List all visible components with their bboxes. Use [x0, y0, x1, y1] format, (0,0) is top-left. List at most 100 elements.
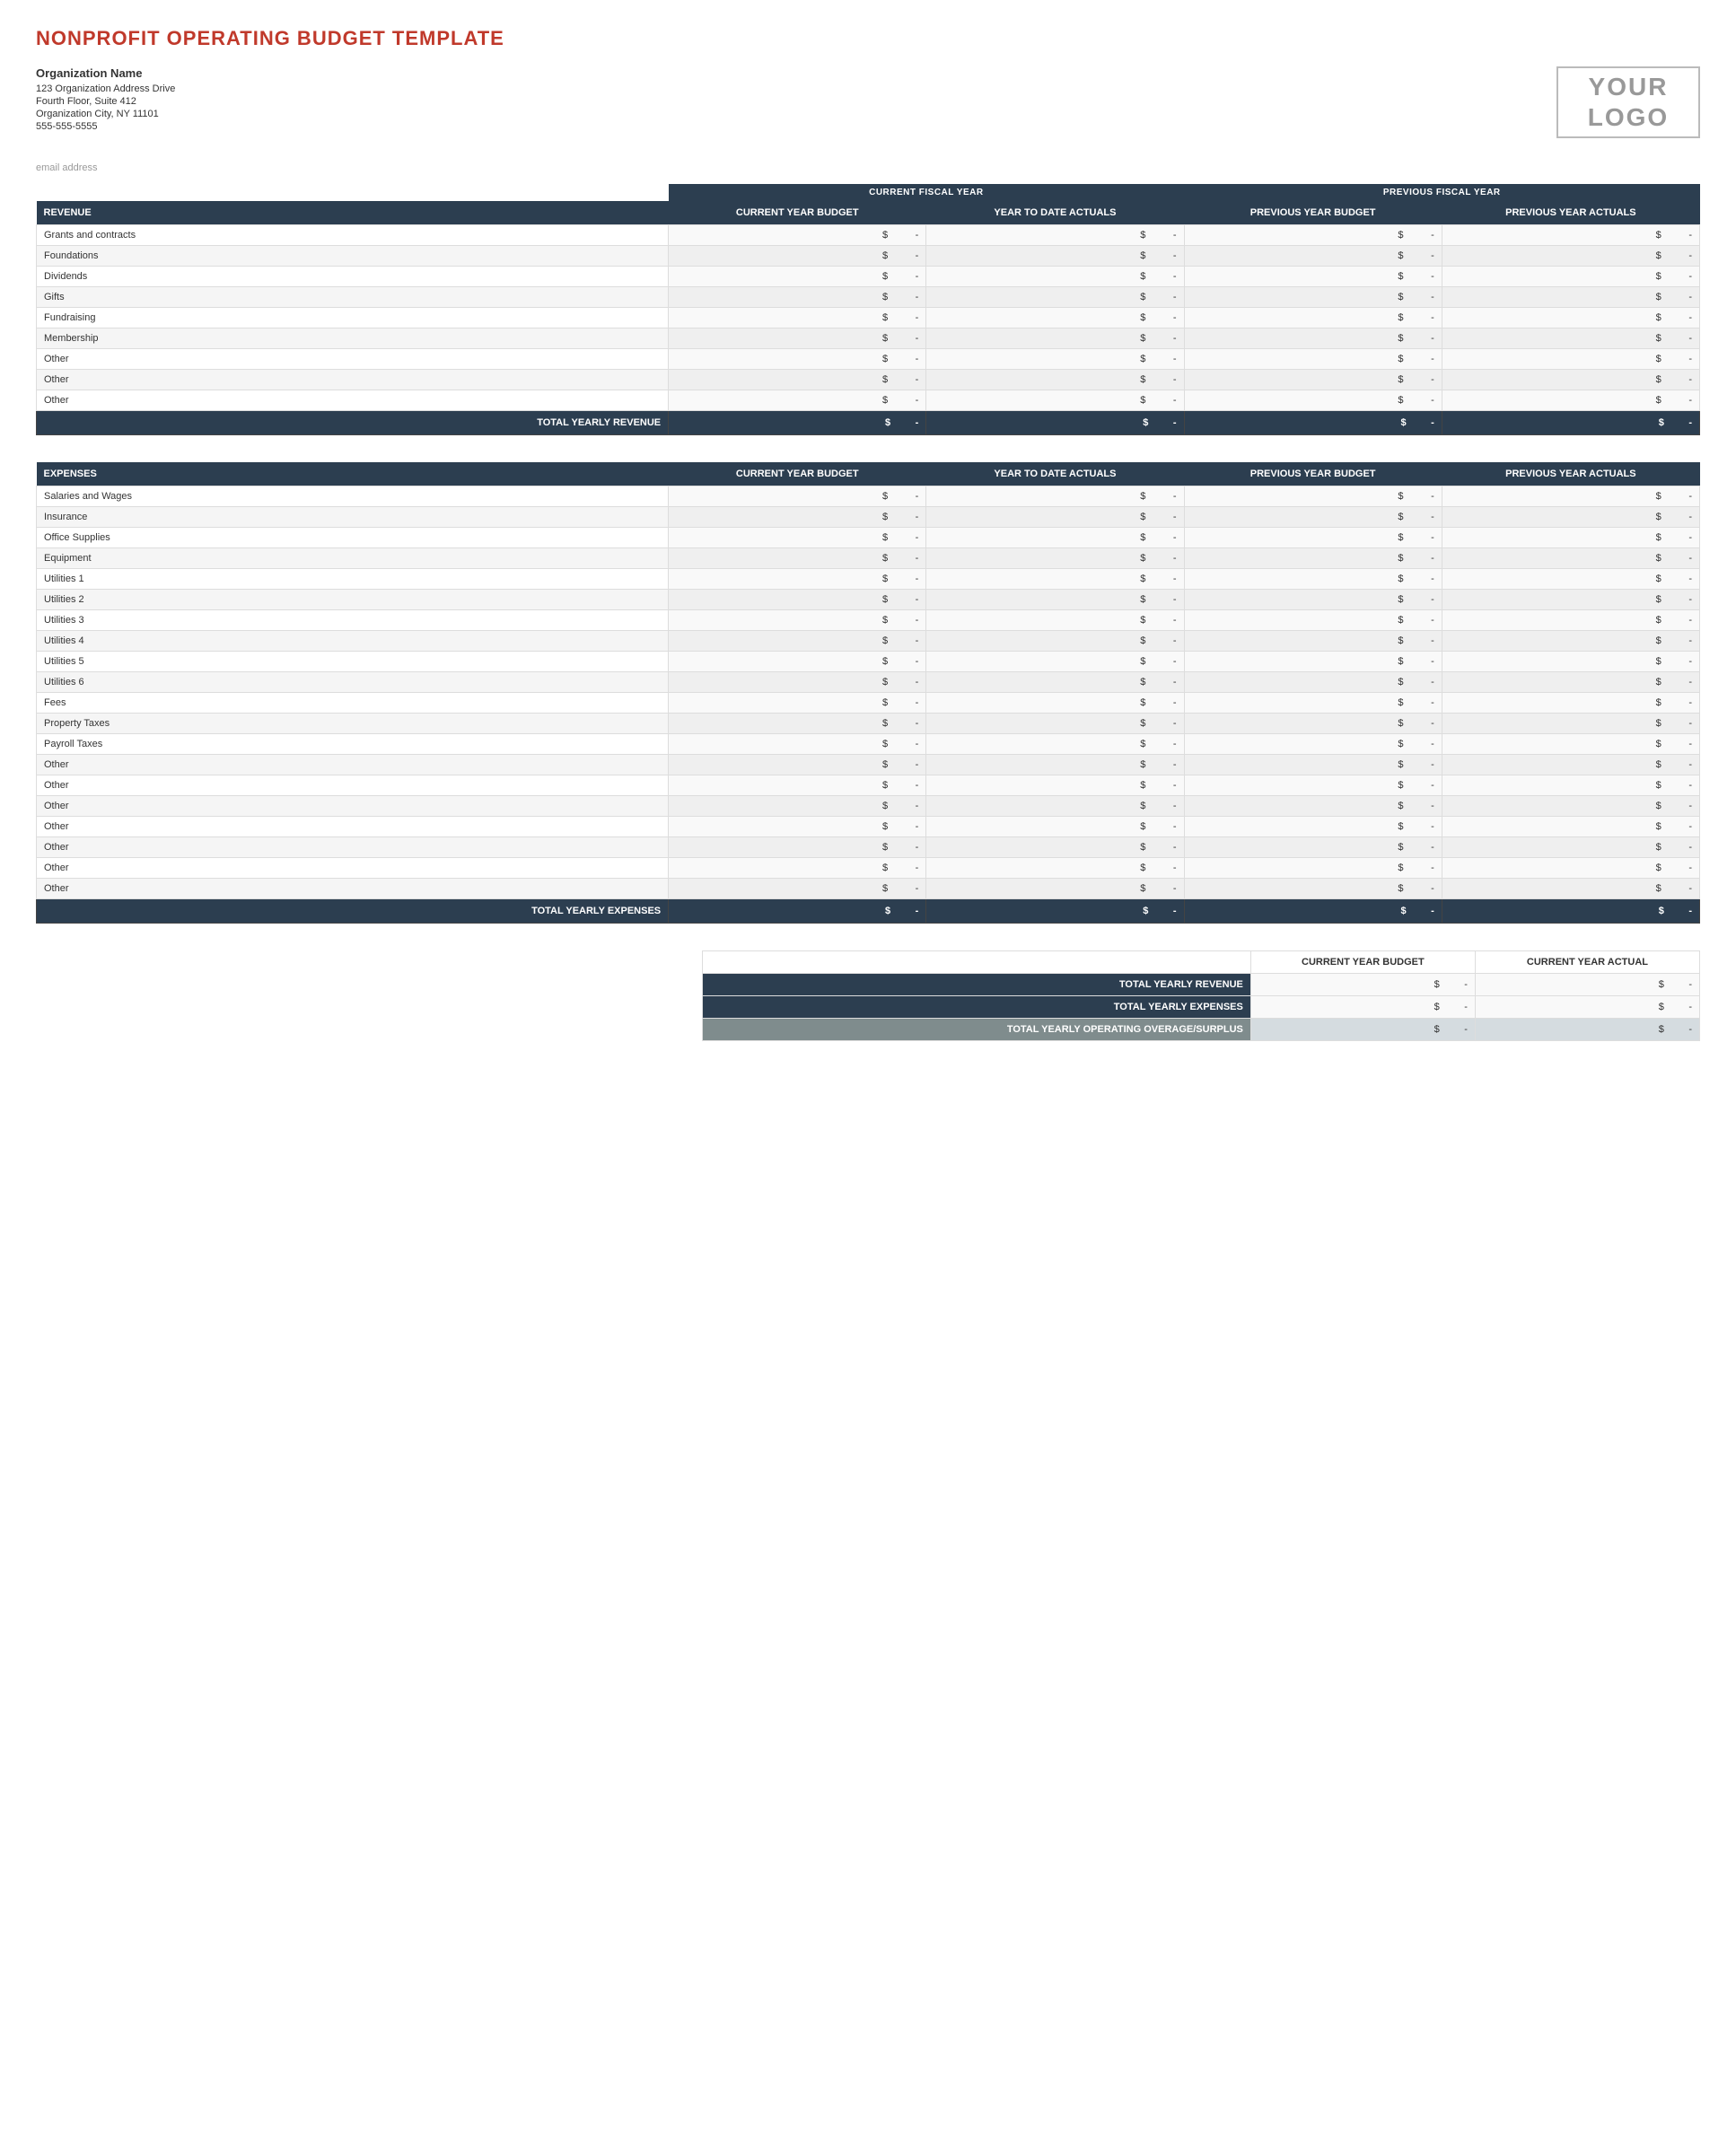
expenses-item-pya[interactable]: $ -: [1442, 796, 1699, 817]
expenses-item-pya[interactable]: $ -: [1442, 775, 1699, 796]
expenses-item-ytd[interactable]: $ -: [926, 590, 1184, 610]
expenses-item-pya[interactable]: $ -: [1442, 734, 1699, 755]
expenses-item-pyb[interactable]: $ -: [1184, 858, 1442, 879]
expenses-item-pya[interactable]: $ -: [1442, 610, 1699, 631]
revenue-item-pyb[interactable]: $ -: [1184, 349, 1442, 370]
expenses-item-pya[interactable]: $ -: [1442, 590, 1699, 610]
revenue-item-ytd[interactable]: $ -: [926, 308, 1184, 328]
revenue-item-cyb[interactable]: $ -: [669, 370, 926, 390]
expenses-item-cyb[interactable]: $ -: [669, 590, 926, 610]
expenses-item-pyb[interactable]: $ -: [1184, 548, 1442, 569]
expenses-item-cyb[interactable]: $ -: [669, 486, 926, 507]
expenses-item-cyb[interactable]: $ -: [669, 858, 926, 879]
expenses-item-ytd[interactable]: $ -: [926, 858, 1184, 879]
expenses-item-pyb[interactable]: $ -: [1184, 879, 1442, 899]
revenue-item-pya[interactable]: $ -: [1442, 370, 1699, 390]
revenue-item-cyb[interactable]: $ -: [669, 390, 926, 411]
revenue-item-cyb[interactable]: $ -: [669, 328, 926, 349]
expenses-item-pya[interactable]: $ -: [1442, 631, 1699, 652]
expenses-item-pya[interactable]: $ -: [1442, 486, 1699, 507]
expenses-item-pya[interactable]: $ -: [1442, 693, 1699, 714]
revenue-item-ytd[interactable]: $ -: [926, 349, 1184, 370]
expenses-item-ytd[interactable]: $ -: [926, 693, 1184, 714]
expenses-item-pyb[interactable]: $ -: [1184, 486, 1442, 507]
expenses-item-ytd[interactable]: $ -: [926, 528, 1184, 548]
expenses-item-pyb[interactable]: $ -: [1184, 631, 1442, 652]
revenue-item-ytd[interactable]: $ -: [926, 246, 1184, 267]
expenses-item-ytd[interactable]: $ -: [926, 610, 1184, 631]
expenses-item-pyb[interactable]: $ -: [1184, 817, 1442, 837]
expenses-item-pyb[interactable]: $ -: [1184, 652, 1442, 672]
revenue-item-ytd[interactable]: $ -: [926, 287, 1184, 308]
expenses-item-pyb[interactable]: $ -: [1184, 837, 1442, 858]
revenue-item-pyb[interactable]: $ -: [1184, 370, 1442, 390]
revenue-item-pya[interactable]: $ -: [1442, 287, 1699, 308]
revenue-item-cyb[interactable]: $ -: [669, 267, 926, 287]
expenses-item-pya[interactable]: $ -: [1442, 837, 1699, 858]
expenses-item-pyb[interactable]: $ -: [1184, 693, 1442, 714]
revenue-item-ytd[interactable]: $ -: [926, 225, 1184, 246]
expenses-item-cyb[interactable]: $ -: [669, 672, 926, 693]
expenses-item-ytd[interactable]: $ -: [926, 548, 1184, 569]
expenses-item-pyb[interactable]: $ -: [1184, 610, 1442, 631]
expenses-item-ytd[interactable]: $ -: [926, 775, 1184, 796]
revenue-item-ytd[interactable]: $ -: [926, 328, 1184, 349]
revenue-item-cyb[interactable]: $ -: [669, 225, 926, 246]
expenses-item-cyb[interactable]: $ -: [669, 569, 926, 590]
revenue-item-ytd[interactable]: $ -: [926, 390, 1184, 411]
expenses-item-pya[interactable]: $ -: [1442, 817, 1699, 837]
expenses-item-cyb[interactable]: $ -: [669, 528, 926, 548]
expenses-item-pyb[interactable]: $ -: [1184, 507, 1442, 528]
expenses-item-cyb[interactable]: $ -: [669, 775, 926, 796]
expenses-item-ytd[interactable]: $ -: [926, 672, 1184, 693]
revenue-item-pya[interactable]: $ -: [1442, 267, 1699, 287]
expenses-item-pya[interactable]: $ -: [1442, 507, 1699, 528]
expenses-item-cyb[interactable]: $ -: [669, 817, 926, 837]
expenses-item-ytd[interactable]: $ -: [926, 817, 1184, 837]
expenses-item-pyb[interactable]: $ -: [1184, 528, 1442, 548]
expenses-item-cyb[interactable]: $ -: [669, 652, 926, 672]
revenue-item-cyb[interactable]: $ -: [669, 287, 926, 308]
revenue-item-pya[interactable]: $ -: [1442, 308, 1699, 328]
expenses-item-pya[interactable]: $ -: [1442, 672, 1699, 693]
expenses-item-cyb[interactable]: $ -: [669, 548, 926, 569]
revenue-item-pyb[interactable]: $ -: [1184, 328, 1442, 349]
expenses-item-ytd[interactable]: $ -: [926, 755, 1184, 775]
expenses-item-pya[interactable]: $ -: [1442, 652, 1699, 672]
expenses-item-pyb[interactable]: $ -: [1184, 672, 1442, 693]
revenue-item-pyb[interactable]: $ -: [1184, 390, 1442, 411]
revenue-item-pyb[interactable]: $ -: [1184, 246, 1442, 267]
revenue-item-pyb[interactable]: $ -: [1184, 287, 1442, 308]
expenses-item-pyb[interactable]: $ -: [1184, 755, 1442, 775]
revenue-item-pyb[interactable]: $ -: [1184, 267, 1442, 287]
expenses-item-cyb[interactable]: $ -: [669, 734, 926, 755]
expenses-item-cyb[interactable]: $ -: [669, 837, 926, 858]
expenses-item-pya[interactable]: $ -: [1442, 755, 1699, 775]
expenses-item-pya[interactable]: $ -: [1442, 714, 1699, 734]
expenses-item-cyb[interactable]: $ -: [669, 755, 926, 775]
expenses-item-cyb[interactable]: $ -: [669, 714, 926, 734]
revenue-item-ytd[interactable]: $ -: [926, 267, 1184, 287]
expenses-item-ytd[interactable]: $ -: [926, 652, 1184, 672]
expenses-item-ytd[interactable]: $ -: [926, 879, 1184, 899]
expenses-item-cyb[interactable]: $ -: [669, 796, 926, 817]
expenses-item-pyb[interactable]: $ -: [1184, 796, 1442, 817]
revenue-item-ytd[interactable]: $ -: [926, 370, 1184, 390]
expenses-item-pya[interactable]: $ -: [1442, 528, 1699, 548]
expenses-item-cyb[interactable]: $ -: [669, 610, 926, 631]
expenses-item-ytd[interactable]: $ -: [926, 486, 1184, 507]
expenses-item-ytd[interactable]: $ -: [926, 714, 1184, 734]
expenses-item-ytd[interactable]: $ -: [926, 569, 1184, 590]
expenses-item-cyb[interactable]: $ -: [669, 693, 926, 714]
revenue-item-cyb[interactable]: $ -: [669, 349, 926, 370]
expenses-item-ytd[interactable]: $ -: [926, 837, 1184, 858]
expenses-item-pyb[interactable]: $ -: [1184, 714, 1442, 734]
expenses-item-pyb[interactable]: $ -: [1184, 590, 1442, 610]
revenue-item-pyb[interactable]: $ -: [1184, 225, 1442, 246]
expenses-item-ytd[interactable]: $ -: [926, 507, 1184, 528]
expenses-item-cyb[interactable]: $ -: [669, 507, 926, 528]
expenses-item-pya[interactable]: $ -: [1442, 569, 1699, 590]
expenses-item-pyb[interactable]: $ -: [1184, 569, 1442, 590]
revenue-item-pya[interactable]: $ -: [1442, 328, 1699, 349]
expenses-item-cyb[interactable]: $ -: [669, 631, 926, 652]
